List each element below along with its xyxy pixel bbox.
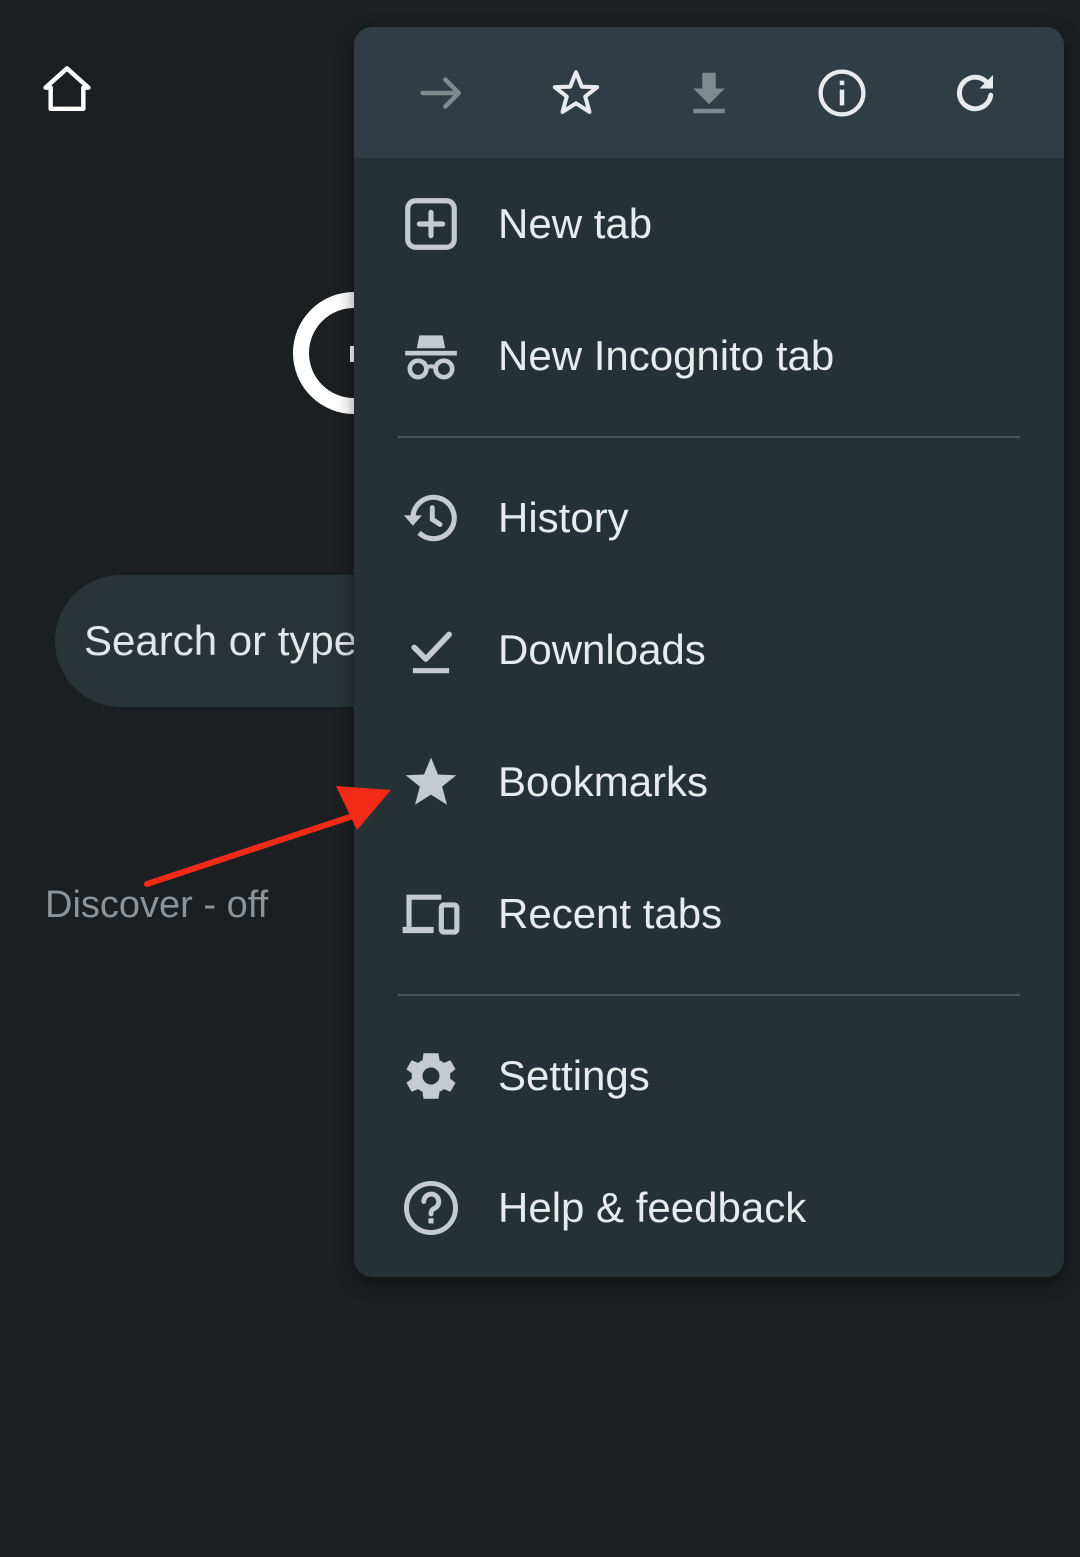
menu-item-label: New Incognito tab bbox=[498, 332, 835, 379]
incognito-icon bbox=[398, 323, 464, 389]
menu-item-bookmarks[interactable]: Bookmarks bbox=[354, 716, 1064, 848]
menu-item-new-tab[interactable]: New tab bbox=[354, 158, 1064, 290]
menu-divider bbox=[398, 994, 1020, 996]
overflow-menu: New tab New Incognito tab History Downlo… bbox=[354, 27, 1064, 1277]
menu-item-history[interactable]: History bbox=[354, 452, 1064, 584]
discover-status-label: Discover - off bbox=[45, 884, 269, 926]
menu-divider bbox=[398, 436, 1020, 438]
devices-icon bbox=[398, 881, 464, 947]
menu-item-recent-tabs[interactable]: Recent tabs bbox=[354, 848, 1064, 980]
menu-item-label: Recent tabs bbox=[498, 890, 723, 937]
menu-item-downloads[interactable]: Downloads bbox=[354, 584, 1064, 716]
download-page-button[interactable] bbox=[664, 48, 754, 138]
menu-item-new-incognito-tab[interactable]: New Incognito tab bbox=[354, 290, 1064, 422]
menu-item-label: New tab bbox=[498, 200, 653, 247]
new-tab-icon bbox=[398, 191, 464, 257]
star-filled-icon bbox=[398, 749, 464, 815]
history-icon bbox=[398, 485, 464, 551]
menu-toolbar bbox=[354, 27, 1064, 158]
menu-item-label: Help & feedback bbox=[498, 1184, 807, 1231]
menu-item-settings[interactable]: Settings bbox=[354, 1010, 1064, 1142]
bookmark-star-button[interactable] bbox=[531, 48, 621, 138]
arrow-forward-icon bbox=[420, 76, 461, 109]
menu-item-help-feedback[interactable]: Help & feedback bbox=[354, 1142, 1064, 1274]
forward-button[interactable] bbox=[398, 48, 488, 138]
star-outline-icon bbox=[552, 69, 599, 114]
reload-button[interactable] bbox=[930, 48, 1020, 138]
downloads-check-icon bbox=[398, 617, 464, 683]
gear-icon bbox=[398, 1043, 464, 1109]
menu-item-label: Downloads bbox=[498, 626, 706, 673]
search-placeholder: Search or type bbox=[84, 617, 358, 664]
help-icon bbox=[398, 1175, 464, 1241]
page-info-button[interactable] bbox=[797, 48, 887, 138]
menu-item-label: Bookmarks bbox=[498, 758, 709, 805]
refresh-icon bbox=[957, 74, 994, 111]
download-icon bbox=[693, 72, 725, 113]
menu-item-label: History bbox=[498, 494, 629, 541]
info-icon bbox=[818, 68, 866, 117]
browser-new-tab-page: Search or type Discover - off New tab Ne… bbox=[0, 0, 1080, 1557]
home-button[interactable] bbox=[36, 58, 98, 120]
home-icon bbox=[43, 66, 91, 112]
menu-item-label: Settings bbox=[498, 1052, 650, 1099]
